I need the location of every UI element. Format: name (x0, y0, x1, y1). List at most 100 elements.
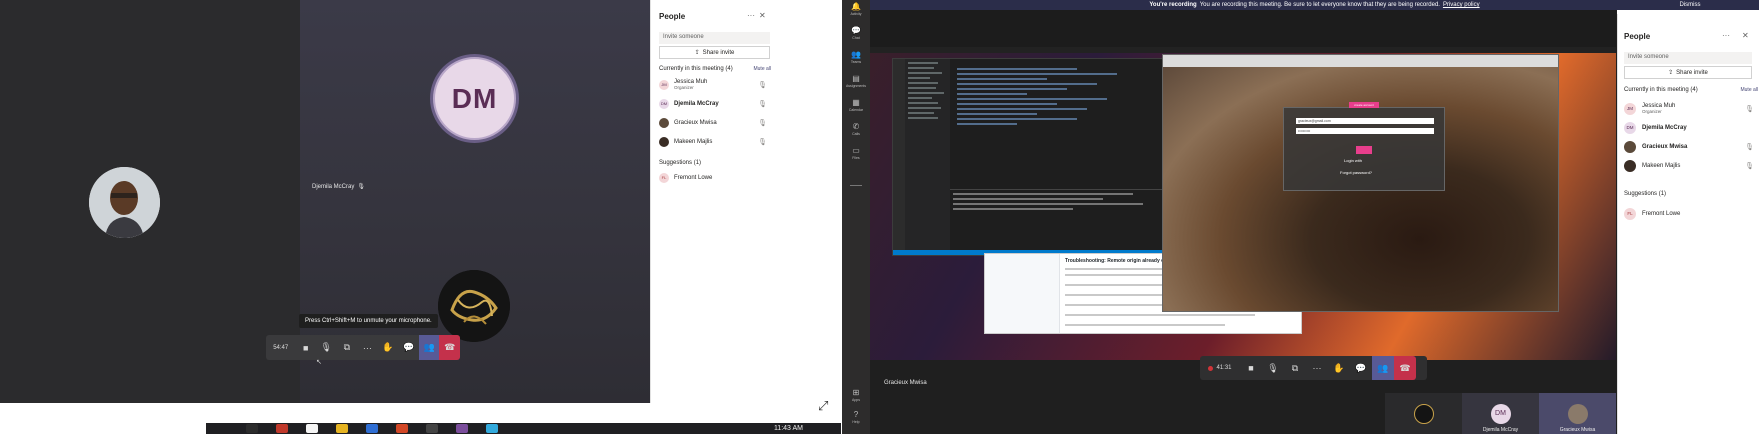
rail-item-teams[interactable]: 👥 Teams (842, 50, 870, 64)
docs-title: Troubleshooting: Remote origin already e… (1065, 258, 1176, 264)
email-field: gracieux@gmail.com (1296, 118, 1434, 124)
mic-muted-icon: 🎙 (758, 138, 767, 146)
share-invite-button[interactable]: ⇪ Share invite (659, 46, 770, 59)
current-section-header[interactable]: Currently in this meeting (4) Mute all (1624, 87, 1758, 93)
current-section-label: Currently in this meeting (4) (1624, 87, 1698, 93)
more-options-icon[interactable]: ··· (1722, 31, 1730, 40)
mic-off-icon: 🎙 (320, 342, 332, 352)
djemila-avatar: DM (433, 57, 516, 140)
suggestions-label: Suggestions (1) (659, 160, 702, 166)
chat-button[interactable]: 💬 (1350, 356, 1372, 380)
rail-item-files[interactable]: ▭ Files (842, 146, 870, 160)
rail-item-activity[interactable]: 🔔 Activity (842, 2, 870, 16)
screenshot-root: DM Djemila McCray 🎙 Press Ctrl+Shift+M t… (0, 0, 1759, 434)
current-section-header[interactable]: Currently in this meeting (4) Mute all (659, 66, 771, 72)
participants-button[interactable]: 👥 (418, 335, 440, 360)
calls-icon: ✆ (852, 122, 860, 131)
share-icon: ⇪ (1668, 70, 1674, 76)
rail-label: Assignments (845, 84, 867, 88)
mic-muted-icon: 🎙 (758, 119, 767, 127)
call-timer: 54:47 (273, 344, 289, 351)
participant-row[interactable]: Gracieux Mwisa 🎙 (1624, 137, 1758, 156)
thumbnail-djemila[interactable]: DM Djemila McCray (1462, 393, 1539, 434)
expand-icon[interactable]: ⤢ (818, 398, 828, 414)
raise-hand-button[interactable]: ✋ (1328, 356, 1350, 380)
create-account-button: create account (1349, 102, 1379, 108)
thumbnail-calligraphy[interactable] (1385, 393, 1462, 434)
participant-row[interactable]: JM Jessica Muh Organizer 🎙 (1624, 99, 1758, 118)
people-icon: 👥 (1377, 362, 1389, 373)
djemila-avatar: DM (1490, 403, 1511, 424)
more-actions-button[interactable]: ··· (357, 335, 378, 360)
rail-label: Files (852, 156, 860, 160)
participant-row[interactable]: DM Djemila McCray 🎙 (659, 96, 771, 111)
taskbar-app-icon[interactable] (486, 424, 498, 433)
suggestions-header[interactable]: Suggestions (1) (659, 160, 701, 166)
rail-label: Chat (852, 36, 860, 40)
taskbar-app-icon[interactable] (426, 424, 438, 433)
share-invite-button[interactable]: ⇪ Share invite (1624, 66, 1752, 79)
taskbar-app-icon[interactable] (396, 424, 408, 433)
camera-off-button[interactable]: ■ (295, 335, 316, 360)
close-icon[interactable]: ✕ (759, 11, 766, 20)
invite-input[interactable]: Invite someone (1624, 52, 1752, 64)
mute-all-link[interactable]: Mute all (1740, 87, 1758, 93)
rail-item-apps[interactable]: ⊞ Apps (842, 388, 870, 402)
rail-item-assignments[interactable]: ▤ Assignments (842, 74, 870, 88)
camera-icon: ■ (1248, 363, 1254, 373)
teams-icon: 👥 (851, 50, 861, 59)
taskbar-app-icon[interactable] (456, 424, 468, 433)
more-icon: ··· (1312, 363, 1322, 373)
taskbar-app-icon[interactable] (306, 424, 318, 433)
participant-row[interactable]: JM Jessica Muh Organizer 🎙 (659, 77, 771, 92)
rail-label: Calendar (848, 108, 864, 112)
people-title: People (1624, 32, 1651, 41)
participant-row[interactable]: DM Djemila McCray (1624, 118, 1758, 137)
login-form: create account gracieux@gmail.com ••••••… (1283, 102, 1445, 191)
taskbar-app-icon[interactable] (276, 424, 288, 433)
more-options-icon[interactable]: ··· (747, 11, 755, 20)
people-icon: 👥 (423, 342, 435, 352)
mic-toggle-button[interactable]: 🎙 (316, 335, 337, 360)
participants-button[interactable]: 👥 (1372, 356, 1394, 380)
mic-toggle-button[interactable]: 🎙 (1262, 356, 1284, 380)
rail-item-help[interactable]: ? Help (842, 410, 870, 424)
taskbar-app-icon[interactable] (366, 424, 378, 433)
suggestions-header[interactable]: Suggestions (1) (1624, 191, 1666, 197)
suggestion-row[interactable]: FL Fremont Lowe (659, 170, 771, 185)
participant-row[interactable]: Makeen Majlis 🎙 (659, 134, 771, 149)
camera-off-button[interactable]: ■ (1240, 356, 1262, 380)
close-icon[interactable]: ✕ (1742, 31, 1749, 40)
suggestions-label: Suggestions (1) (1624, 191, 1667, 197)
participant-row[interactable]: Gracieux Mwisa 🎙 (659, 115, 771, 130)
rail-label: Calls (852, 132, 860, 136)
people-title: People (659, 12, 686, 21)
rail-item-chat[interactable]: 💬 Chat (842, 26, 870, 40)
recording-bold: You're recording (1149, 2, 1197, 8)
chat-button[interactable]: 💬 (398, 335, 419, 360)
hang-up-button[interactable]: ☎ (1394, 356, 1416, 380)
taskbar-app-icon[interactable] (246, 424, 258, 433)
share-tray-button[interactable]: ⧉ (337, 335, 358, 360)
suggestion-row[interactable]: FL Fremont Lowe (1624, 204, 1758, 223)
recording-text: You are recording this meeting. Be sure … (1199, 2, 1440, 8)
participant-avatar: DM (659, 98, 669, 109)
taskbar-clock: 11:43 AM (773, 425, 803, 432)
invite-input[interactable]: Invite someone (659, 32, 770, 44)
rail-item-calendar[interactable]: ▦ Calendar (842, 98, 870, 112)
participant-row[interactable]: Makeen Majlis 🎙 (1624, 156, 1758, 175)
rail-item-calls[interactable]: ✆ Calls (842, 122, 870, 136)
participant-name: Djemila McCray (1642, 124, 1687, 131)
hang-up-button[interactable]: ☎ (439, 335, 461, 360)
password-field: •••••••••• (1296, 128, 1434, 134)
taskbar-app-icon[interactable] (336, 424, 348, 433)
more-actions-button[interactable]: ··· (1306, 356, 1328, 380)
thumbnail-gracieux[interactable]: Gracieux Mwisa (1539, 393, 1616, 434)
raise-hand-button[interactable]: ✋ (378, 335, 399, 360)
mic-off-icon: 🎙 (357, 184, 365, 190)
share-tray-button[interactable]: ⧉ (1284, 356, 1306, 380)
privacy-policy-link[interactable]: Privacy policy (1443, 2, 1480, 8)
dismiss-button[interactable]: Dismiss (1650, 0, 1730, 10)
hand-icon: ✋ (1333, 362, 1345, 373)
mute-all-link[interactable]: Mute all (753, 66, 771, 72)
